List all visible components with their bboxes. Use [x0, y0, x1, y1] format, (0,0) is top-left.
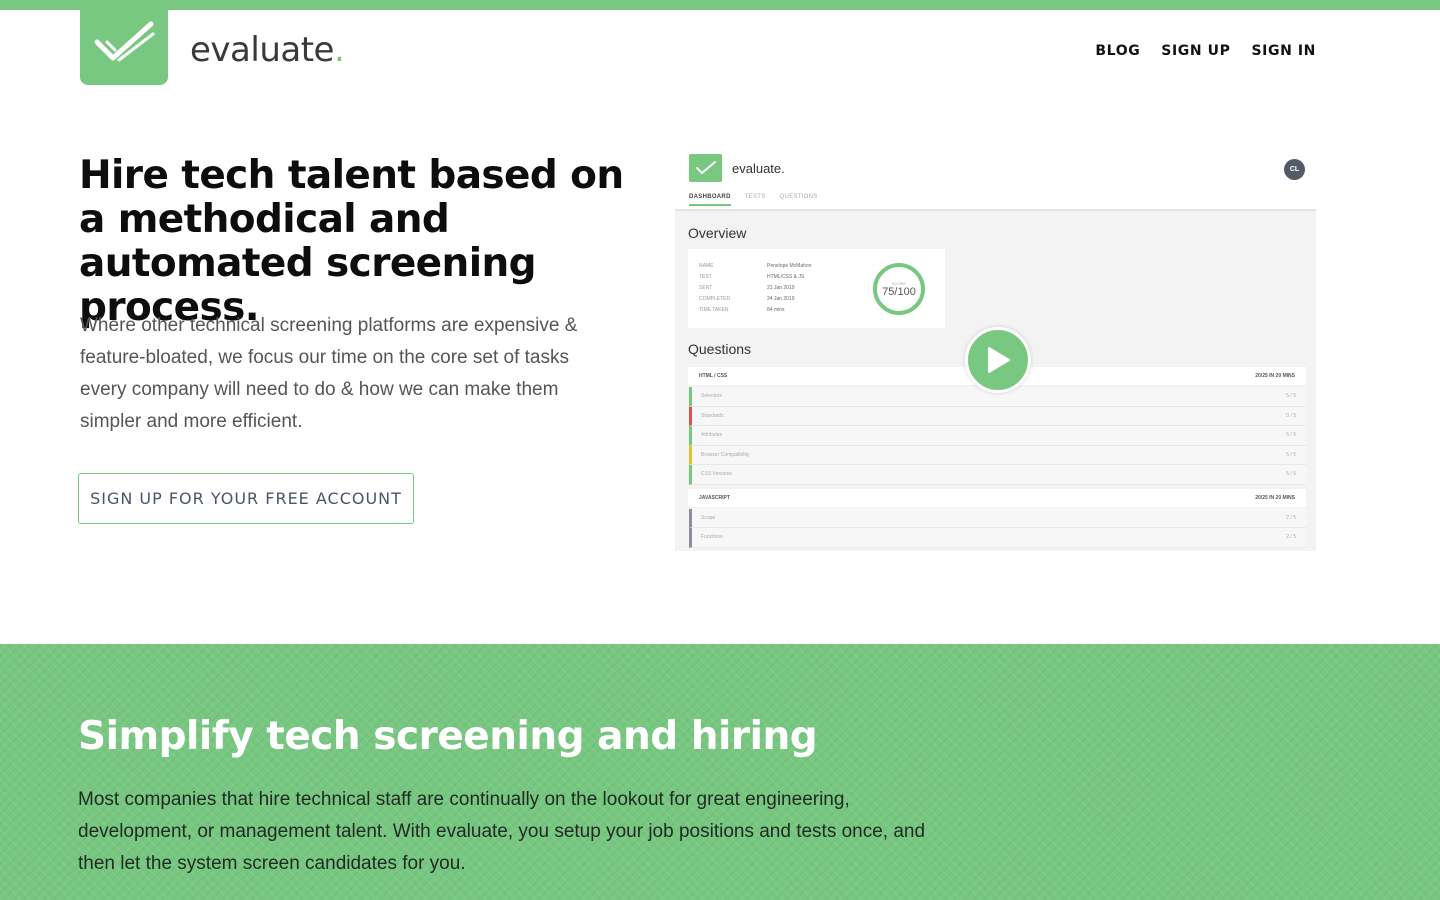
hero-title: Hire tech talent based on a methodical a… [79, 153, 624, 330]
play-icon [988, 347, 1010, 373]
question-row: Browser Compatibility 5 / 5 [689, 445, 1306, 465]
question-row: Functions 2 / 5 [689, 528, 1306, 548]
top-accent-bar [0, 0, 1440, 10]
app-preview-video[interactable]: evaluate. CL DASHBOARD TESTS QUESTIONS O… [675, 145, 1316, 551]
score-ring: SCORE 75/100 [873, 263, 925, 315]
question-group-header: JAVASCRIPT 20/25 IN 20 MINS [688, 488, 1306, 507]
question-row: Attributes 5 / 5 [689, 426, 1306, 446]
nav-sign-up[interactable]: SIGN UP [1161, 43, 1230, 59]
question-row: Standards 0 / 5 [689, 406, 1306, 426]
checkmark-icon [94, 21, 155, 61]
score-value: 75/100 [882, 285, 916, 298]
preview-logo-icon [689, 154, 722, 182]
tab-tests: TESTS [744, 194, 766, 200]
tab-dashboard: DASHBOARD [689, 194, 731, 206]
overview-row: TEST HTML/CSS & JS [699, 274, 805, 280]
overview-row: COMPLETED 24 Jan 2019 [699, 296, 795, 302]
question-row: CSS Versions 5 / 5 [689, 465, 1306, 485]
main-nav: BLOG SIGN UP SIGN IN [1095, 43, 1316, 59]
overview-row: SENT 21 Jan 2019 [699, 285, 795, 291]
overview-row: TIME TAKEN 84 mins [699, 307, 785, 313]
questions-table: HTML / CSS 20/25 IN 20 MINS Selectors 5 / … [688, 367, 1306, 548]
overview-row: NAME Penelope McMahon [699, 263, 812, 269]
feature-section: Simplify tech screening and hiring Most … [0, 644, 1440, 900]
tab-questions: QUESTIONS [779, 194, 818, 200]
nav-blog[interactable]: BLOG [1095, 43, 1140, 59]
overview-title: Overview [688, 225, 747, 241]
overview-card: NAME Penelope McMahon TEST HTML/CSS & JS S… [688, 249, 945, 328]
logo-icon[interactable] [80, 0, 168, 85]
signup-cta-button[interactable]: SIGN UP FOR YOUR FREE ACCOUNT [78, 473, 414, 524]
brand-name[interactable]: evaluate. [190, 30, 345, 70]
hero-description: Where other technical screening platform… [80, 315, 578, 432]
preview-tabs: DASHBOARD TESTS QUESTIONS [689, 194, 818, 206]
avatar: CL [1284, 159, 1305, 180]
section-title: Simplify tech screening and hiring [78, 714, 818, 759]
nav-sign-in[interactable]: SIGN IN [1252, 43, 1317, 59]
questions-title: Questions [688, 341, 752, 357]
question-row: Scope 2 / 5 [689, 508, 1306, 528]
preview-header: evaluate. CL DASHBOARD TESTS QUESTIONS [675, 145, 1316, 211]
play-video-button[interactable] [965, 327, 1031, 393]
preview-brand: evaluate. [732, 161, 785, 176]
section-description: Most companies that hire technical staff… [78, 789, 926, 874]
